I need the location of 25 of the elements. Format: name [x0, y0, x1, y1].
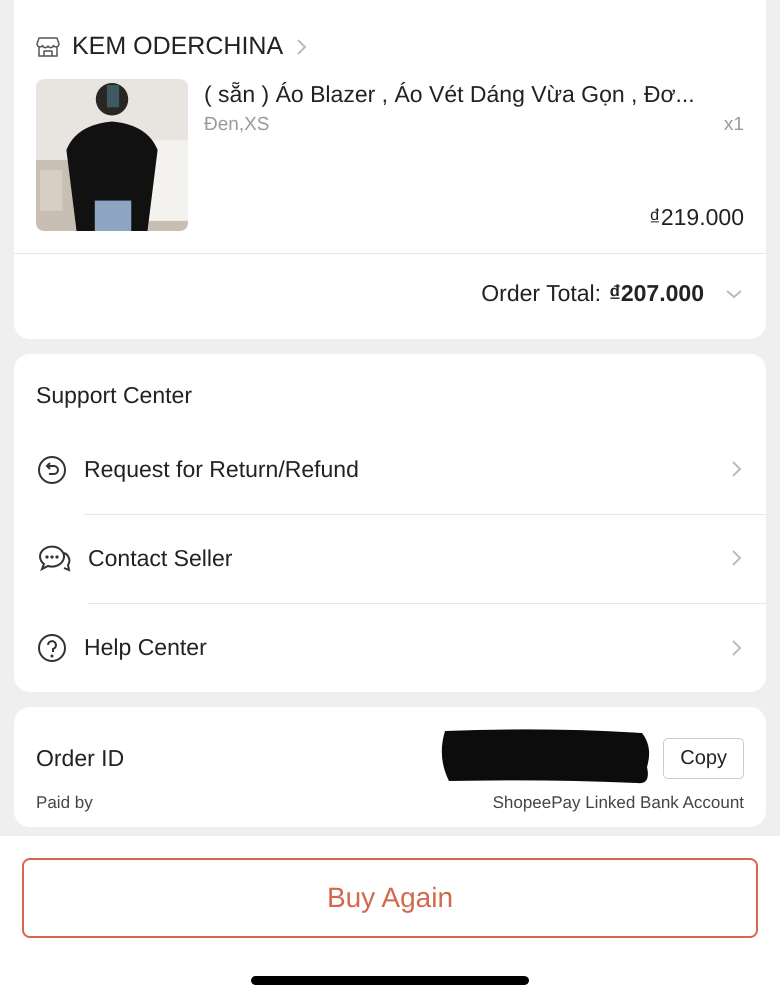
copy-button[interactable]: Copy	[663, 738, 744, 778]
product-variant: Đen,XS	[204, 114, 270, 136]
product-price: ₫219.000	[648, 204, 744, 231]
buy-again-button[interactable]: Buy Again	[22, 858, 758, 938]
paid-by-value: ShopeePay Linked Bank Account	[492, 793, 744, 813]
order-id-label: Order ID	[36, 744, 124, 772]
chevron-right-icon	[730, 638, 742, 656]
paid-by-label: Paid by	[36, 793, 93, 813]
chat-icon	[36, 542, 72, 574]
order-total-value: ₫207.000	[609, 280, 704, 307]
product-title: ( sẵn ) Áo Blazer , Áo Vét Dáng Vừa Gọn , Đơ...	[204, 80, 696, 108]
product-quantity: x1	[724, 114, 744, 136]
chevron-down-icon[interactable]	[724, 288, 744, 300]
support-item[interactable]: Request for Return/Refund	[14, 425, 766, 514]
help-icon	[36, 632, 68, 664]
return-icon	[36, 454, 68, 486]
order-total-label: Order Total:	[481, 280, 602, 307]
store-icon	[36, 36, 60, 58]
section-title: Support Center	[35, 382, 193, 410]
support-item[interactable]: Help Center	[14, 603, 766, 692]
support-item[interactable]: Contact Seller	[14, 514, 766, 603]
chevron-right-icon	[730, 460, 742, 478]
chevron-right-icon	[295, 38, 308, 56]
shop-name[interactable]: KEM ODERCHINA	[72, 32, 284, 61]
chevron-right-icon	[730, 549, 742, 567]
